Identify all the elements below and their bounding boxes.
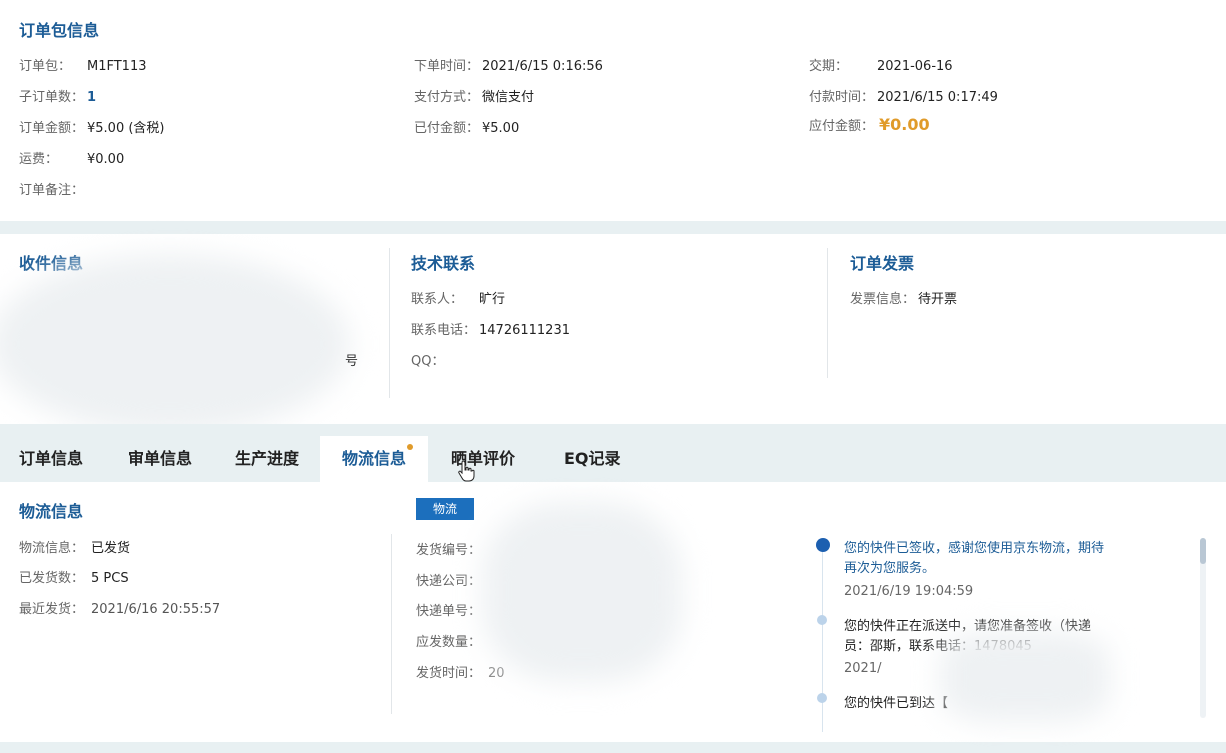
divider [389, 248, 390, 398]
shipment-redaction [482, 502, 682, 682]
order-remark-label: 订单备注： [19, 183, 85, 198]
timeline-dot [817, 615, 827, 625]
ship-number-label: 发货编号： [416, 543, 482, 558]
order-time-row: 下单时间： 2021/6/15 0:16:56 [414, 55, 603, 74]
tech-contact-phone-row: 联系电话： 14726111231 [411, 319, 570, 338]
tab-review-info[interactable]: 审单信息 [128, 436, 192, 482]
tech-contact-qq-label: QQ： [411, 354, 445, 369]
tech-contact-person-value: 旷行 [479, 292, 506, 307]
logistics-status-value: 已发货 [91, 541, 131, 556]
recent-shipment-label: 最近发货： [19, 602, 85, 617]
invoice-info-label: 发票信息： [850, 292, 916, 307]
payment-method-row: 支付方式： 微信支付 [414, 86, 534, 105]
order-time-value: 2021/6/15 0:16:56 [482, 59, 603, 74]
tracking-number-row: 快递单号： [416, 600, 481, 619]
delivery-date-value: 2021-06-16 [877, 59, 953, 74]
package-value: M1FT113 [87, 59, 147, 74]
receiver-redaction [0, 254, 350, 434]
logistics-panel: 物流信息 物流信息： 已发货 已发货数： 5 PCS 最近发货： 2021/6/16 … [0, 482, 1226, 742]
timeline-entry-time: 2021/ [844, 661, 882, 676]
delivery-date-label: 交期： [809, 59, 849, 74]
logistics-badge[interactable]: 物流 [416, 498, 474, 520]
due-amount-row: 应付金额： ¥0.00 [809, 115, 930, 134]
logistics-title: 物流信息 [19, 502, 84, 521]
sub-order-count-label: 子订单数： [19, 90, 85, 105]
package-row: 订单包： M1FT113 [19, 55, 147, 74]
paid-amount-label: 已付金额： [414, 121, 480, 136]
paid-amount-row: 已付金额： ¥5.00 [414, 117, 519, 136]
timeline-line [822, 542, 823, 732]
freight-row: 运费： ¥0.00 [19, 148, 124, 167]
logistics-status-row: 物流信息： 已发货 [19, 537, 130, 556]
invoice-info-row: 发票信息： 待开票 [850, 288, 957, 307]
invoice-info-value: 待开票 [918, 292, 958, 307]
tech-contact-person-row: 联系人： 旷行 [411, 288, 505, 307]
paid-amount-value: ¥5.00 [482, 121, 520, 136]
notification-dot [407, 444, 414, 450]
order-package-panel: 订单包信息 订单包： M1FT113 子订单数： 1 订单金额： ¥5.00 (含税)… [0, 0, 1226, 221]
tech-contact-title: 技术联系 [411, 254, 476, 273]
tab-logistics-info[interactable]: 物流信息 [320, 436, 429, 482]
delivery-date-row: 交期： 2021-06-16 [809, 55, 953, 74]
due-amount-label: 应付金额： [809, 119, 875, 134]
timeline-scrollbar[interactable] [1200, 538, 1206, 718]
timeline-entry-time: 2021/6/19 19:04:59 [844, 584, 974, 599]
courier-label: 快递公司： [416, 574, 482, 589]
tech-contact-qq-row: QQ： [411, 350, 444, 369]
tech-contact-person-label: 联系人： [411, 292, 464, 307]
tech-contact-phone-label: 联系电话： [411, 323, 477, 338]
tab-eq-records[interactable]: EQ记录 [564, 436, 621, 482]
freight-value: ¥0.00 [87, 152, 125, 167]
shipped-count-value: 5 PCS [91, 571, 129, 586]
tab-production-progress[interactable]: 生产进度 [235, 436, 299, 482]
shipped-count-label: 已发货数： [19, 571, 85, 586]
receiver-partial-text: 号 [345, 354, 359, 369]
ship-time-partial: 20 [488, 666, 505, 681]
logistics-status-label: 物流信息： [19, 541, 85, 556]
tab-order-info[interactable]: 订单信息 [19, 436, 83, 482]
pay-time-row: 付款时间： 2021/6/15 0:17:49 [809, 86, 998, 105]
tech-contact-phone-value: 14726111231 [479, 323, 570, 338]
shipped-count-row: 已发货数： 5 PCS [19, 567, 129, 586]
freight-label: 运费： [19, 152, 59, 167]
order-package-title: 订单包信息 [19, 21, 100, 40]
order-remark-row: 订单备注： [19, 179, 84, 198]
pay-time-value: 2021/6/15 0:17:49 [877, 90, 998, 105]
payment-method-value: 微信支付 [482, 90, 535, 105]
ship-quantity-row: 应发数量： [416, 631, 481, 650]
pay-time-label: 付款时间： [809, 90, 875, 105]
recent-shipment-row: 最近发货： 2021/6/16 20:55:57 [19, 598, 220, 617]
ship-number-row: 发货编号： [416, 539, 481, 558]
invoice-title: 订单发票 [850, 254, 915, 273]
timeline-dot [817, 693, 827, 703]
order-amount-label: 订单金额： [19, 121, 85, 136]
package-label: 订单包： [19, 59, 72, 74]
tab-logistics-info-label: 物流信息 [342, 449, 407, 468]
timeline-dot-current [816, 538, 830, 552]
payment-method-label: 支付方式： [414, 90, 480, 105]
timeline-entry-text: 您的快件已签收，感谢您使用京东物流，期待再次为您服务。 [844, 541, 1105, 576]
divider [391, 534, 392, 714]
due-amount-value: ¥0.00 [879, 115, 930, 134]
ship-time-label: 发货时间： [416, 666, 482, 681]
recent-shipment-value: 2021/6/16 20:55:57 [91, 602, 221, 617]
ship-quantity-label: 应发数量： [416, 635, 482, 650]
divider [827, 248, 828, 378]
order-amount-row: 订单金额： ¥5.00 (含税) [19, 117, 165, 136]
sub-order-count-row: 子订单数： 1 [19, 86, 96, 105]
timeline-redaction [940, 632, 1110, 722]
hand-cursor-icon [458, 460, 476, 486]
sub-order-count-value[interactable]: 1 [87, 90, 96, 105]
tab-bar: 订单信息 审单信息 生产进度 物流信息 晒单评价 EQ记录 [0, 424, 1226, 482]
tracking-number-label: 快递单号： [416, 604, 482, 619]
courier-row: 快递公司： [416, 570, 481, 589]
ship-time-row: 发货时间： 20 [416, 662, 505, 681]
order-time-label: 下单时间： [414, 59, 480, 74]
contact-panel: 收件信息 号 技术联系 联系人： 旷行 联系电话： 14726111231 QQ： … [0, 234, 1226, 434]
timeline-scroll-thumb[interactable] [1200, 538, 1206, 564]
order-amount-value: ¥5.00 (含税) [87, 121, 165, 136]
